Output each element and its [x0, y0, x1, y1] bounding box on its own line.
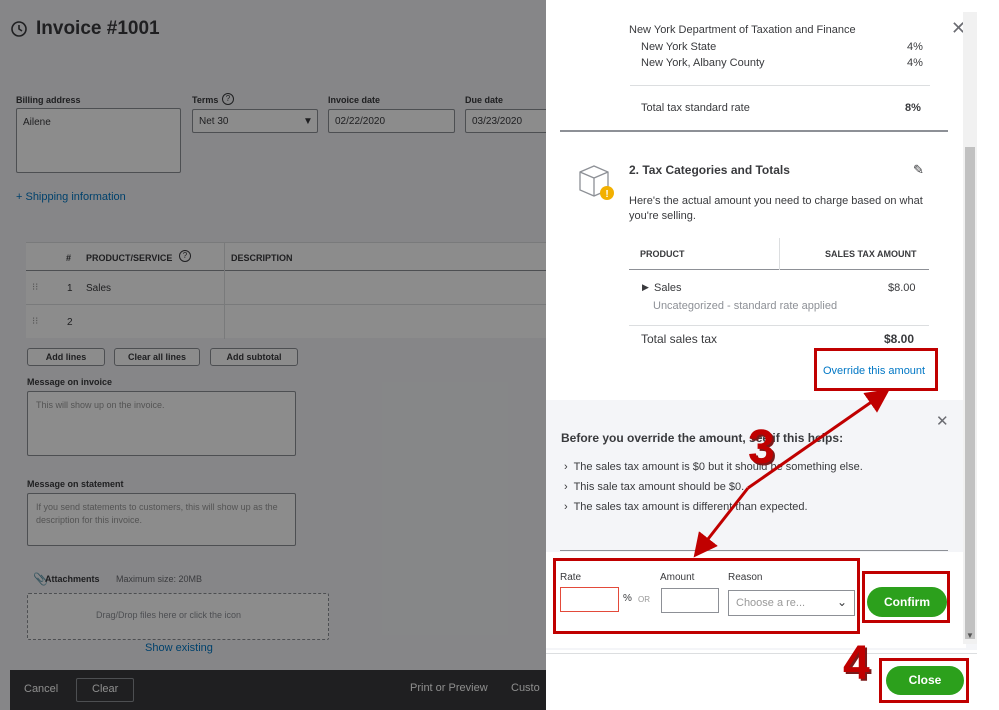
annotation-overlay [693, 389, 890, 558]
step-number-3: 3 [748, 421, 775, 474]
step-number-4: 4 [843, 637, 870, 690]
annotation-arrow [693, 487, 750, 558]
